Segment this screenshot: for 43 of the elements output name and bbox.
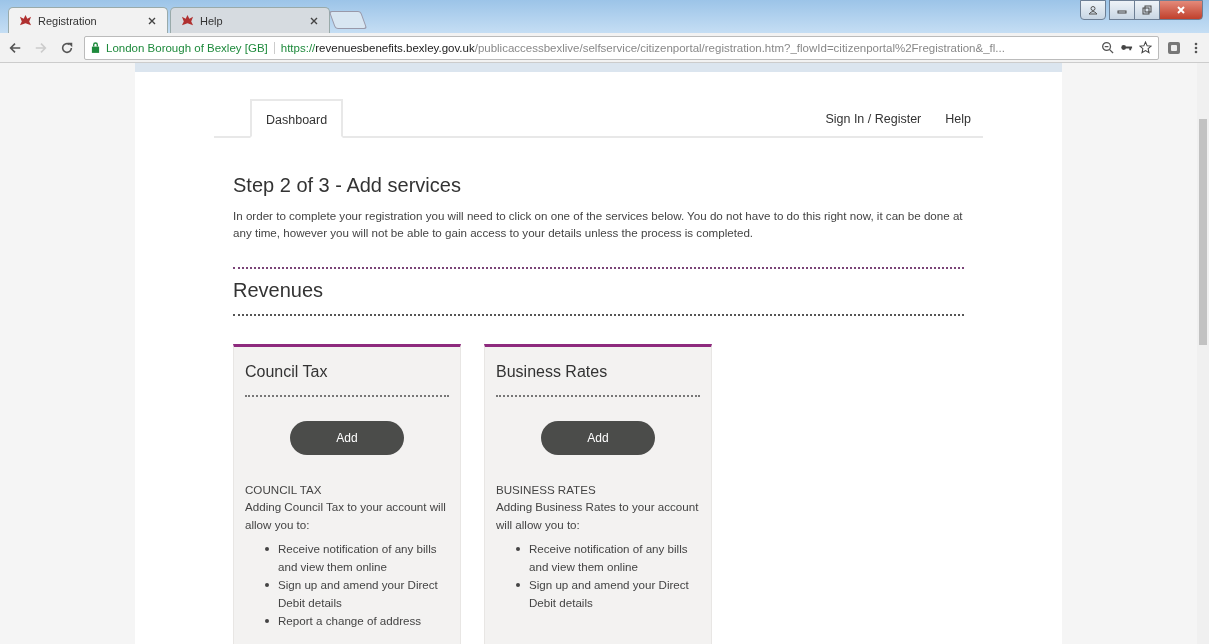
close-icon[interactable] [309,15,319,26]
section-heading: Revenues [233,269,964,316]
nav-link[interactable]: Sign In / Register [813,112,934,136]
benefit-text: Receive notification of any bills and view them online [529,541,689,575]
benefit-text: Report a change of address [278,613,422,629]
card-description: Adding Business Rates to your account will allow you to: [496,499,700,533]
nav-link[interactable]: Help [933,112,983,136]
bullet-icon [265,547,269,551]
browser-tab[interactable]: Help [170,7,330,33]
bullet-icon [265,583,269,587]
lock-icon [91,42,100,53]
user-button[interactable] [1080,0,1106,20]
maximize-icon [1142,5,1152,15]
zoom-icon[interactable] [1101,41,1114,54]
person-icon [1088,5,1098,15]
close-button[interactable] [1159,0,1203,20]
browser-tab[interactable]: Registration [8,7,168,33]
card-title: Council Tax [245,363,449,397]
card-caption: COUNCIL TAX [245,482,323,498]
dashboard-tab[interactable]: Dashboard [250,99,344,138]
star-icon[interactable] [1139,41,1152,54]
bullet-icon [516,547,520,551]
reload-icon[interactable] [60,40,74,55]
benefit-text: Receive notification of any bills and view them online [278,541,438,575]
bullet-icon [265,619,269,623]
benefit-text: Sign up and amend your Direct Debit details [278,577,439,611]
add-button[interactable]: Add [541,421,655,455]
address-bar[interactable]: London Borough of Bexley [GB] https://revenuesbenefits.bexley.gov.uk/publicaccessbexlive/selfservice/citizenportal/registration.htm?_flowId=citizenportal%2Fregistration&_fl... [84,35,1159,60]
card-description: Adding Council Tax to your account will allow you to: [245,499,447,533]
close-icon[interactable] [147,15,157,26]
intro-text: In order to complete your registration you will need to click on one of the services below. You do not have to do this right now, it can be done at any time, however you will not be able to gain access to your details unless the process is completed. [233,207,964,269]
add-button[interactable]: Add [290,421,404,455]
bullet-icon [516,583,520,587]
close-icon [1176,5,1186,15]
minimize-button[interactable] [1109,0,1135,20]
maximize-button[interactable] [1134,0,1160,20]
benefit-text: Sign up and amend your Direct Debit details [529,577,690,611]
card-caption: BUSINESS RATES [496,482,597,498]
back-icon[interactable] [8,40,22,55]
card-title: Business Rates [496,363,700,397]
scrollbar[interactable] [1197,63,1209,644]
extension-icon[interactable] [1167,40,1181,55]
page-heading: Step 2 of 3 - Add services [233,174,462,197]
